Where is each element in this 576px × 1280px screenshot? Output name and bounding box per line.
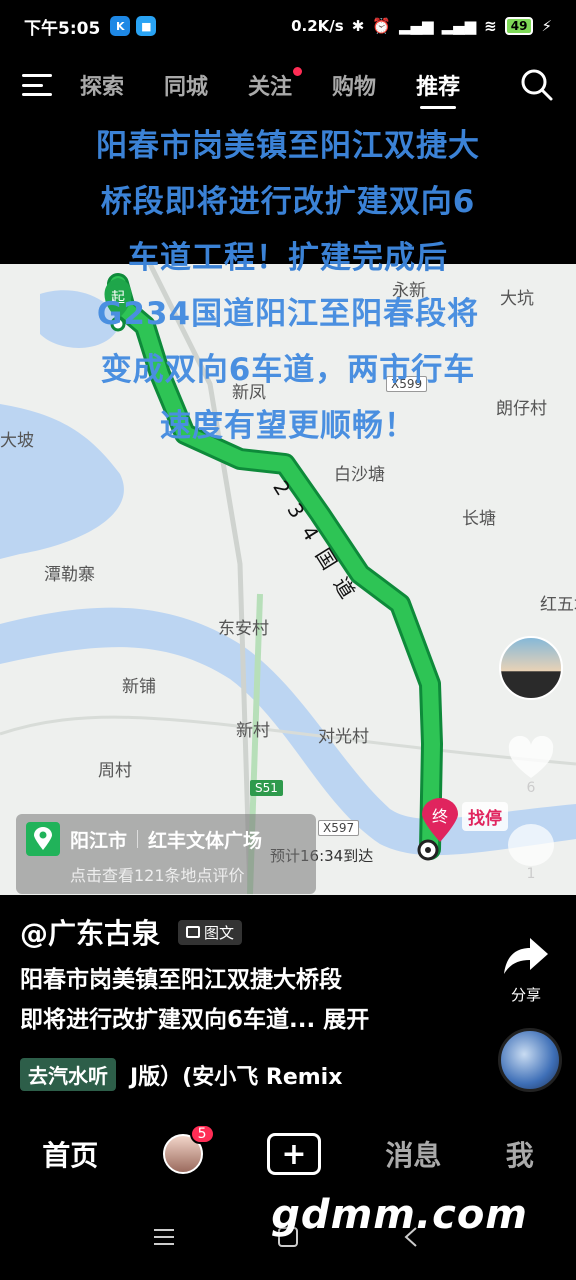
post-type-badge: 图文 <box>178 919 243 945</box>
status-bar: 下午5:05 K ■ 0.2K/s ✱ ⏰ ▂▄▆ ▂▄▆ ≋ 49 ⚡ <box>0 0 576 52</box>
place-label: 对光村 <box>318 727 369 747</box>
status-time: 下午5:05 <box>24 18 101 39</box>
create-post-button[interactable]: + <box>266 1133 321 1175</box>
title-line: 变成双向6车道，两市行车 <box>100 352 476 388</box>
nav-friends[interactable]: 5 <box>162 1124 215 1174</box>
recents-icon[interactable] <box>152 1225 176 1249</box>
location-pin-icon <box>26 822 60 856</box>
music-tag[interactable]: 去汽水听 <box>20 1058 116 1091</box>
location-card[interactable]: 阳江市 红丰文体广场 点击查看121条地点评价 <box>16 814 316 894</box>
road-code-tag: X597 <box>318 820 360 836</box>
music-disc[interactable] <box>498 1028 562 1092</box>
app-notification-icon: K <box>110 16 131 36</box>
signal-2-icon: ▂▄▆ <box>441 17 477 35</box>
end-marker-label: 终 <box>432 807 448 826</box>
bluetooth-icon: ✱ <box>351 17 365 35</box>
top-nav: 探索 同城 关注 购物 推荐 <box>0 60 576 110</box>
post-media[interactable]: 起 永新 大坑 新凤 朗仔村 大坡 白沙塘 长塘 潭勒寨 红五场十 东安村 新铺… <box>0 110 576 895</box>
place-label: 周村 <box>98 761 132 781</box>
desc-line: 阳春市岗美镇至阳江双捷大桥段 <box>20 967 342 993</box>
author-name[interactable]: @广东古泉 <box>20 912 160 952</box>
location-reviews: 点击查看121条地点评价 <box>70 866 245 885</box>
signal-icon: ▂▄▆ <box>398 17 434 35</box>
location-city: 阳江市 <box>70 829 128 852</box>
title-line: 车道工程！扩建完成后 <box>128 240 448 276</box>
menu-icon[interactable] <box>22 74 52 96</box>
top-tabs: 探索 同城 关注 购物 推荐 <box>80 67 520 109</box>
search-icon[interactable] <box>520 68 554 102</box>
bottom-nav: 首页 5 + 消息 我 <box>0 1118 576 1190</box>
place-label: 潭勒寨 <box>44 565 95 585</box>
divider <box>137 830 139 848</box>
alarm-icon: ⏰ <box>372 17 391 35</box>
share-label: 分享 <box>510 986 541 1004</box>
desc-line: 即将进行改扩建双向6车道... <box>20 1007 316 1033</box>
title-line: 桥段即将进行改扩建双向6 <box>100 184 476 220</box>
wifi-icon: ≋ <box>484 17 497 35</box>
net-speed: 0.2K/s <box>291 17 344 35</box>
tab-local[interactable]: 同城 <box>164 69 208 101</box>
title-line: 速度有望更顺畅！ <box>160 408 416 444</box>
like-count: 6 <box>526 780 536 796</box>
nav-home[interactable]: 首页 <box>42 1134 98 1174</box>
place-label: 新村 <box>236 721 270 741</box>
music-title: J版）(安小飞 Remix <box>130 1064 343 1090</box>
place-label: 白沙塘 <box>334 465 385 485</box>
share-button[interactable]: 分享 <box>496 936 556 1005</box>
nav-me[interactable]: 我 <box>506 1134 534 1174</box>
location-poi: 红丰文体广场 <box>148 829 263 852</box>
action-rail: 6 1 2 <box>498 636 564 895</box>
overlay-title: 阳春市岗美镇至阳江双捷大 桥段即将进行改扩建双向6 车道工程！扩建完成后 G23… <box>0 118 576 454</box>
place-label: 长塘 <box>462 509 496 529</box>
share-icon <box>504 938 548 974</box>
like-icon[interactable] <box>507 735 555 780</box>
title-line: G234国道阳江至阳春段将 <box>96 296 480 332</box>
post-description[interactable]: 阳春市岗美镇至阳江双捷大桥段 即将进行改扩建双向6车道... 展开 <box>20 960 460 1040</box>
new-dot-badge <box>293 67 303 76</box>
expand-link[interactable]: 展开 <box>323 1007 369 1033</box>
friends-badge: 5 <box>189 1124 215 1144</box>
tab-recommend[interactable]: 推荐 <box>416 69 460 109</box>
author-row: @广东古泉 图文 <box>20 912 243 952</box>
place-label: 东安村 <box>218 619 269 639</box>
nav-messages[interactable]: 消息 <box>385 1134 441 1174</box>
comment-icon[interactable] <box>508 824 554 866</box>
battery-icon: 49 <box>504 17 534 35</box>
watermark: gdmm.com <box>271 1192 528 1238</box>
tab-shopping[interactable]: 购物 <box>332 69 376 101</box>
author-avatar[interactable] <box>499 636 563 700</box>
charging-icon: ⚡ <box>541 17 552 35</box>
place-label: 新铺 <box>122 677 156 697</box>
tab-following[interactable]: 关注 <box>248 67 303 101</box>
end-marker-icon: 终 <box>420 798 460 848</box>
place-label: 红五场十 <box>540 595 576 615</box>
comment-count: 1 <box>526 866 536 882</box>
image-text-icon <box>186 926 201 938</box>
music-row[interactable]: 去汽水听 J版）(安小飞 Remix <box>20 1058 342 1091</box>
tab-explore[interactable]: 探索 <box>80 69 124 101</box>
title-line: 阳春市岗美镇至阳江双捷大 <box>96 128 480 164</box>
road-code-tag: S51 <box>250 780 283 796</box>
message-notification-icon: ■ <box>136 16 157 36</box>
